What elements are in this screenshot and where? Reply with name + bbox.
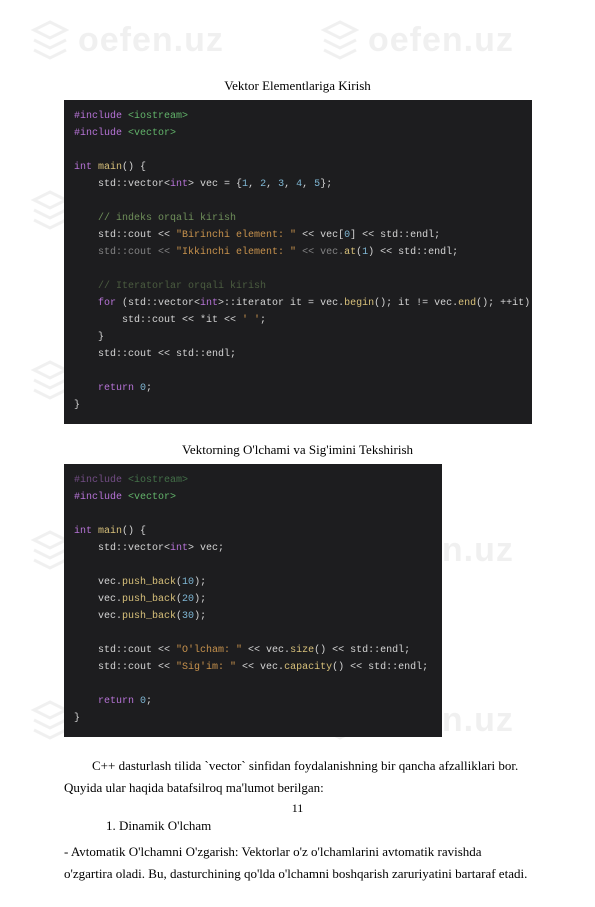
section-heading-2: Vektorning O'lchami va Sig'imini Tekshir… — [64, 442, 531, 458]
section-heading-1: Vektor Elementlariga Kirish — [64, 78, 531, 94]
code-block-1: #include <iostream> #include <vector> in… — [64, 100, 532, 424]
subsection-heading: 1. Dinamik O'lcham — [64, 815, 531, 837]
page-content: Vektor Elementlariga Kirish #include <io… — [0, 0, 595, 907]
code-block-2: #include <iostream> #include <vector> in… — [64, 464, 442, 737]
subsection-body: - Avtomatik O'lchamni O'zgarish: Vektorl… — [64, 841, 531, 885]
paragraph-intro: C++ dasturlash tilida `vector` sinfidan … — [64, 755, 531, 799]
